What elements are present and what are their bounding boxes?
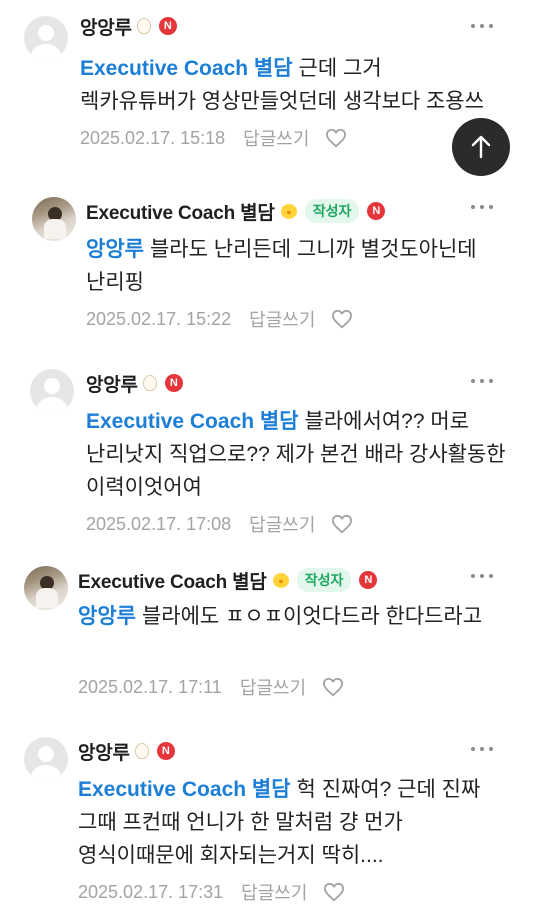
mention-link[interactable]: Executive Coach 별담 [80, 57, 293, 80]
comment-meta: 2025.02.17. 17:11 답글쓰기 [78, 674, 344, 700]
author-badge: 작성자 [304, 199, 360, 223]
more-dots-icon[interactable] [471, 747, 493, 753]
author-name[interactable]: Executive Coach 별담 [86, 198, 275, 225]
chick-icon [272, 572, 289, 588]
reply-button[interactable]: 답글쓰기 [241, 879, 307, 905]
chick-icon [280, 203, 297, 219]
heart-icon[interactable] [331, 514, 353, 534]
heart-icon[interactable] [325, 128, 347, 148]
reply-button[interactable]: 답글쓰기 [240, 674, 306, 700]
comment-text: Executive Coach 별담 근데 그거 렉카유튜버가 영상만들엇던데 생… [80, 52, 500, 118]
comment-text: 앙앙루 블라에도 ㅍㅇㅍ이엇다드라 한다드라고 [78, 600, 498, 633]
heart-icon[interactable] [323, 882, 345, 902]
comment-header: 앙앙루 N [78, 737, 175, 765]
more-dots-icon[interactable] [471, 24, 493, 30]
scroll-to-top-button[interactable] [452, 118, 510, 176]
avatar[interactable] [24, 566, 68, 610]
avatar[interactable] [24, 737, 68, 781]
arrow-up-icon [471, 135, 491, 159]
avatar[interactable] [24, 16, 68, 60]
egg-icon [136, 18, 151, 34]
new-badge: N [158, 17, 177, 35]
new-badge: N [359, 571, 378, 589]
comment-header: 앙앙루 N [80, 12, 177, 40]
reply-button[interactable]: 답글쓰기 [243, 125, 309, 151]
author-name[interactable]: 앙앙루 [86, 370, 138, 397]
comment-date: 2025.02.17. 15:18 [80, 127, 226, 148]
reply-button[interactable]: 답글쓰기 [249, 306, 315, 332]
comment-meta: 2025.02.17. 17:31 답글쓰기 [78, 879, 345, 905]
comment-body: 블라에도 ㅍㅇㅍ이엇다드라 한다드라고 [141, 605, 483, 628]
mention-link[interactable]: Executive Coach 별담 [78, 778, 291, 801]
new-badge: N [156, 742, 175, 760]
author-name[interactable]: 앙앙루 [80, 13, 132, 40]
reply-button[interactable]: 답글쓰기 [249, 511, 315, 537]
comment-meta: 2025.02.17. 15:18 답글쓰기 [80, 125, 347, 151]
new-badge: N [164, 374, 183, 392]
author-badge: 작성자 [296, 568, 352, 592]
comment-date: 2025.02.17. 15:22 [86, 308, 232, 329]
egg-icon [134, 743, 149, 759]
author-name[interactable]: Executive Coach 별담 [78, 567, 267, 594]
mention-link[interactable]: 앙앙루 [78, 605, 136, 628]
comment-body: 블라도 난리든데 그니까 별것도아닌데 난리핑 [86, 238, 477, 294]
comment-date: 2025.02.17. 17:11 [78, 676, 222, 697]
new-badge: N [367, 202, 386, 220]
egg-icon [142, 375, 157, 391]
comment-meta: 2025.02.17. 17:08 답글쓰기 [86, 511, 353, 537]
more-dots-icon[interactable] [471, 574, 493, 580]
comment-date: 2025.02.17. 17:08 [86, 513, 232, 534]
avatar[interactable] [32, 197, 76, 241]
comment-text: 앙앙루 블라도 난리든데 그니까 별것도아닌데 난리핑 [86, 233, 516, 299]
comment-header: Executive Coach 별담 작성자 N [78, 566, 378, 594]
comment-meta: 2025.02.17. 15:22 답글쓰기 [86, 306, 353, 332]
more-dots-icon[interactable] [471, 379, 493, 385]
mention-link[interactable]: 앙앙루 [86, 238, 144, 261]
comment-header: 앙앙루 N [86, 369, 183, 397]
more-dots-icon[interactable] [471, 205, 493, 211]
avatar[interactable] [30, 369, 74, 413]
comment-header: Executive Coach 별담 작성자 N [86, 197, 386, 225]
mention-link[interactable]: Executive Coach 별담 [86, 410, 299, 433]
comment-text: Executive Coach 별담 헉 진짜여? 근데 진짜 그때 프컨때 언니… [78, 773, 506, 872]
author-name[interactable]: 앙앙루 [78, 738, 130, 765]
heart-icon[interactable] [322, 677, 344, 697]
heart-icon[interactable] [331, 309, 353, 329]
comment-text: Executive Coach 별담 블라에서여?? 머로 난리낫지 직업으로??… [86, 405, 506, 504]
comment-date: 2025.02.17. 17:31 [78, 881, 224, 902]
